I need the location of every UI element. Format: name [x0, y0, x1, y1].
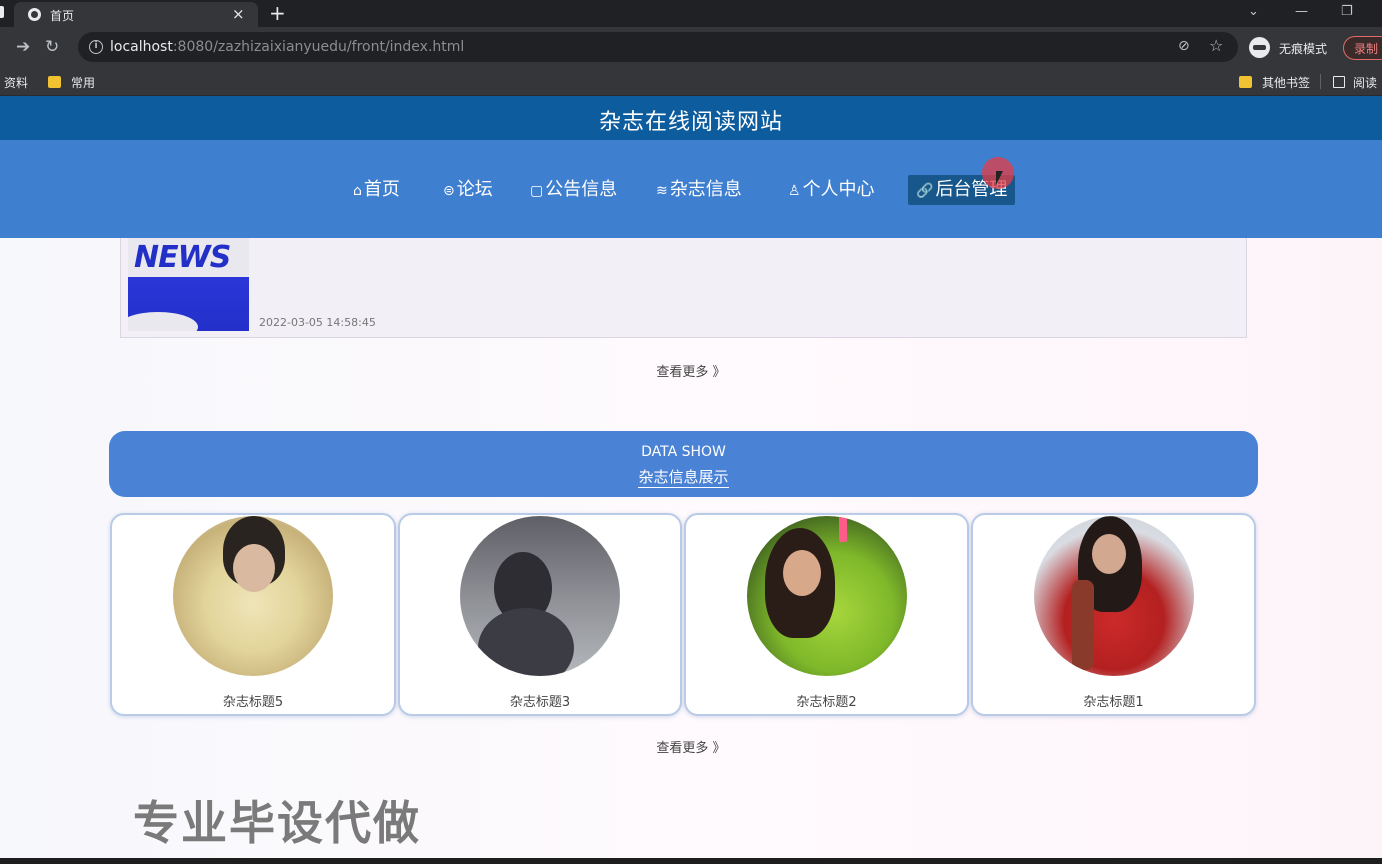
- bookmark-item[interactable]: 资料: [4, 74, 28, 91]
- folder-icon: [48, 76, 61, 88]
- bookmark-folder-common[interactable]: 常用: [48, 74, 95, 91]
- magazine-card[interactable]: 杂志标题5: [110, 513, 396, 716]
- cover-decor: [1091, 534, 1126, 574]
- reading-list-label: 阅读: [1353, 76, 1378, 90]
- bookmark-folder-label: 常用: [71, 76, 96, 90]
- reading-list-icon: [1333, 76, 1345, 88]
- site-title: 杂志在线阅读网站: [598, 110, 783, 135]
- news-date: 2022-03-05 14:58:45: [259, 316, 376, 329]
- browser-tab-bar: 首页 × + ⌄ — ❐: [0, 0, 1382, 27]
- magazine-title: 杂志标题1: [1083, 695, 1144, 710]
- data-show-banner: DATA SHOW 杂志信息展示: [109, 431, 1258, 497]
- magazine-title: 杂志标题2: [796, 695, 857, 710]
- magazine-cover-image[interactable]: [173, 516, 333, 676]
- bookmark-folder-other[interactable]: 其他书签: [1239, 74, 1310, 91]
- magazine-card[interactable]: 杂志标题3: [398, 513, 682, 716]
- incognito-icon[interactable]: [1249, 37, 1270, 58]
- record-button[interactable]: 录制: [1343, 36, 1382, 60]
- main-navbar: ⌂ 首页 ⊜ 论坛 ▢ 公告信息 ≋ 杂志信息 ♙ 个人中心 🔗 后台管理: [0, 140, 1382, 238]
- bookmarks-bar: 资料 常用 其他书签 阅读: [0, 67, 1382, 96]
- news-list-item[interactable]: NEWS 2022-03-05 14:58:45: [120, 238, 1247, 338]
- magazine-icon: ≋: [656, 183, 668, 199]
- browser-tab-active[interactable]: 首页 ×: [14, 2, 258, 27]
- section-title-en: DATA SHOW: [641, 444, 726, 460]
- magazine-cover-image[interactable]: [746, 516, 907, 676]
- eye-slash-icon[interactable]: ⊘: [1178, 38, 1190, 54]
- nav-item-profile[interactable]: ♙ 个人中心: [788, 175, 875, 205]
- notice-icon: ▢: [530, 183, 544, 199]
- url-path: :8080/zazhizaixianyuedu/front/index.html: [172, 39, 465, 55]
- url-host: localhost: [110, 39, 173, 55]
- magazine-title: 杂志标题3: [509, 695, 571, 710]
- url-text: localhost:8080/zazhizaixianyuedu/front/i…: [110, 39, 464, 55]
- cover-decor: [478, 608, 574, 676]
- nav-item-magazines[interactable]: ≋ 杂志信息: [656, 175, 742, 205]
- cover-decor: [782, 550, 821, 596]
- link-icon: 🔗: [916, 183, 934, 199]
- tab-title: 首页: [50, 9, 75, 23]
- bookmark-folder-label: 其他书签: [1262, 76, 1311, 90]
- taskbar-edge: [0, 858, 1382, 864]
- magazine-cover-image[interactable]: [1033, 516, 1194, 676]
- reload-icon[interactable]: ↻: [45, 37, 59, 57]
- address-bar[interactable]: i localhost:8080/zazhizaixianyuedu/front…: [78, 32, 1238, 62]
- close-tab-icon[interactable]: ×: [232, 5, 245, 23]
- nav-item-label: 论坛: [456, 179, 493, 200]
- user-icon: ♙: [788, 183, 801, 199]
- news-see-more-link[interactable]: 查看更多 》: [0, 361, 1382, 380]
- nav-item-label: 个人中心: [802, 179, 875, 200]
- minimize-button[interactable]: —: [1295, 3, 1308, 21]
- magazine-card[interactable]: 杂志标题2: [684, 513, 969, 716]
- restore-button[interactable]: ❐: [1341, 3, 1353, 21]
- magazine-cover-image[interactable]: [460, 516, 620, 676]
- tab-search-icon[interactable]: ⌄: [1248, 3, 1259, 21]
- tab-strip-edge: [0, 6, 4, 18]
- mouse-cursor-icon: [996, 171, 1009, 185]
- news-thumbnail[interactable]: NEWS: [128, 238, 249, 331]
- cover-decor: [1071, 580, 1094, 670]
- news-thumbnail-text: NEWS: [134, 240, 231, 275]
- home-icon: ⌂: [353, 183, 362, 199]
- nav-item-label: 首页: [363, 179, 400, 200]
- folder-icon: [1239, 76, 1252, 88]
- cover-decor: [233, 544, 275, 592]
- new-tab-button[interactable]: +: [269, 1, 286, 25]
- nav-item-home[interactable]: ⌂ 首页: [353, 175, 400, 205]
- nav-item-forum[interactable]: ⊜ 论坛: [443, 175, 493, 205]
- watermark-text: 专业毕设代做: [133, 796, 421, 850]
- forward-icon[interactable]: ➔: [16, 37, 30, 57]
- nav-item-announcements[interactable]: ▢ 公告信息: [530, 175, 617, 205]
- globe-icon: [28, 8, 41, 21]
- news-thumbnail-decor: [128, 312, 198, 331]
- section-title-cn-text: 杂志信息展示: [638, 468, 729, 488]
- site-info-icon[interactable]: i: [89, 40, 103, 54]
- section-title-cn: 杂志信息展示: [109, 466, 1258, 488]
- record-label: 录制: [1354, 42, 1379, 56]
- magazines-see-more-link[interactable]: 查看更多 》: [0, 737, 1382, 756]
- nav-item-label: 杂志信息: [669, 179, 742, 200]
- bookmark-star-icon[interactable]: ☆: [1209, 36, 1223, 55]
- site-header: 杂志在线阅读网站: [0, 96, 1382, 140]
- magazine-card[interactable]: 杂志标题1: [971, 513, 1256, 716]
- nav-item-label: 公告信息: [545, 179, 618, 200]
- reading-list-button[interactable]: 阅读: [1333, 74, 1377, 91]
- cover-decor: [838, 516, 847, 542]
- incognito-label: 无痕模式: [1279, 42, 1328, 56]
- forum-icon: ⊜: [443, 183, 455, 199]
- bookmarks-divider: [1320, 74, 1321, 89]
- browser-toolbar: ➔ ↻ i localhost:8080/zazhizaixianyuedu/f…: [0, 27, 1382, 67]
- magazine-title: 杂志标题5: [222, 695, 284, 710]
